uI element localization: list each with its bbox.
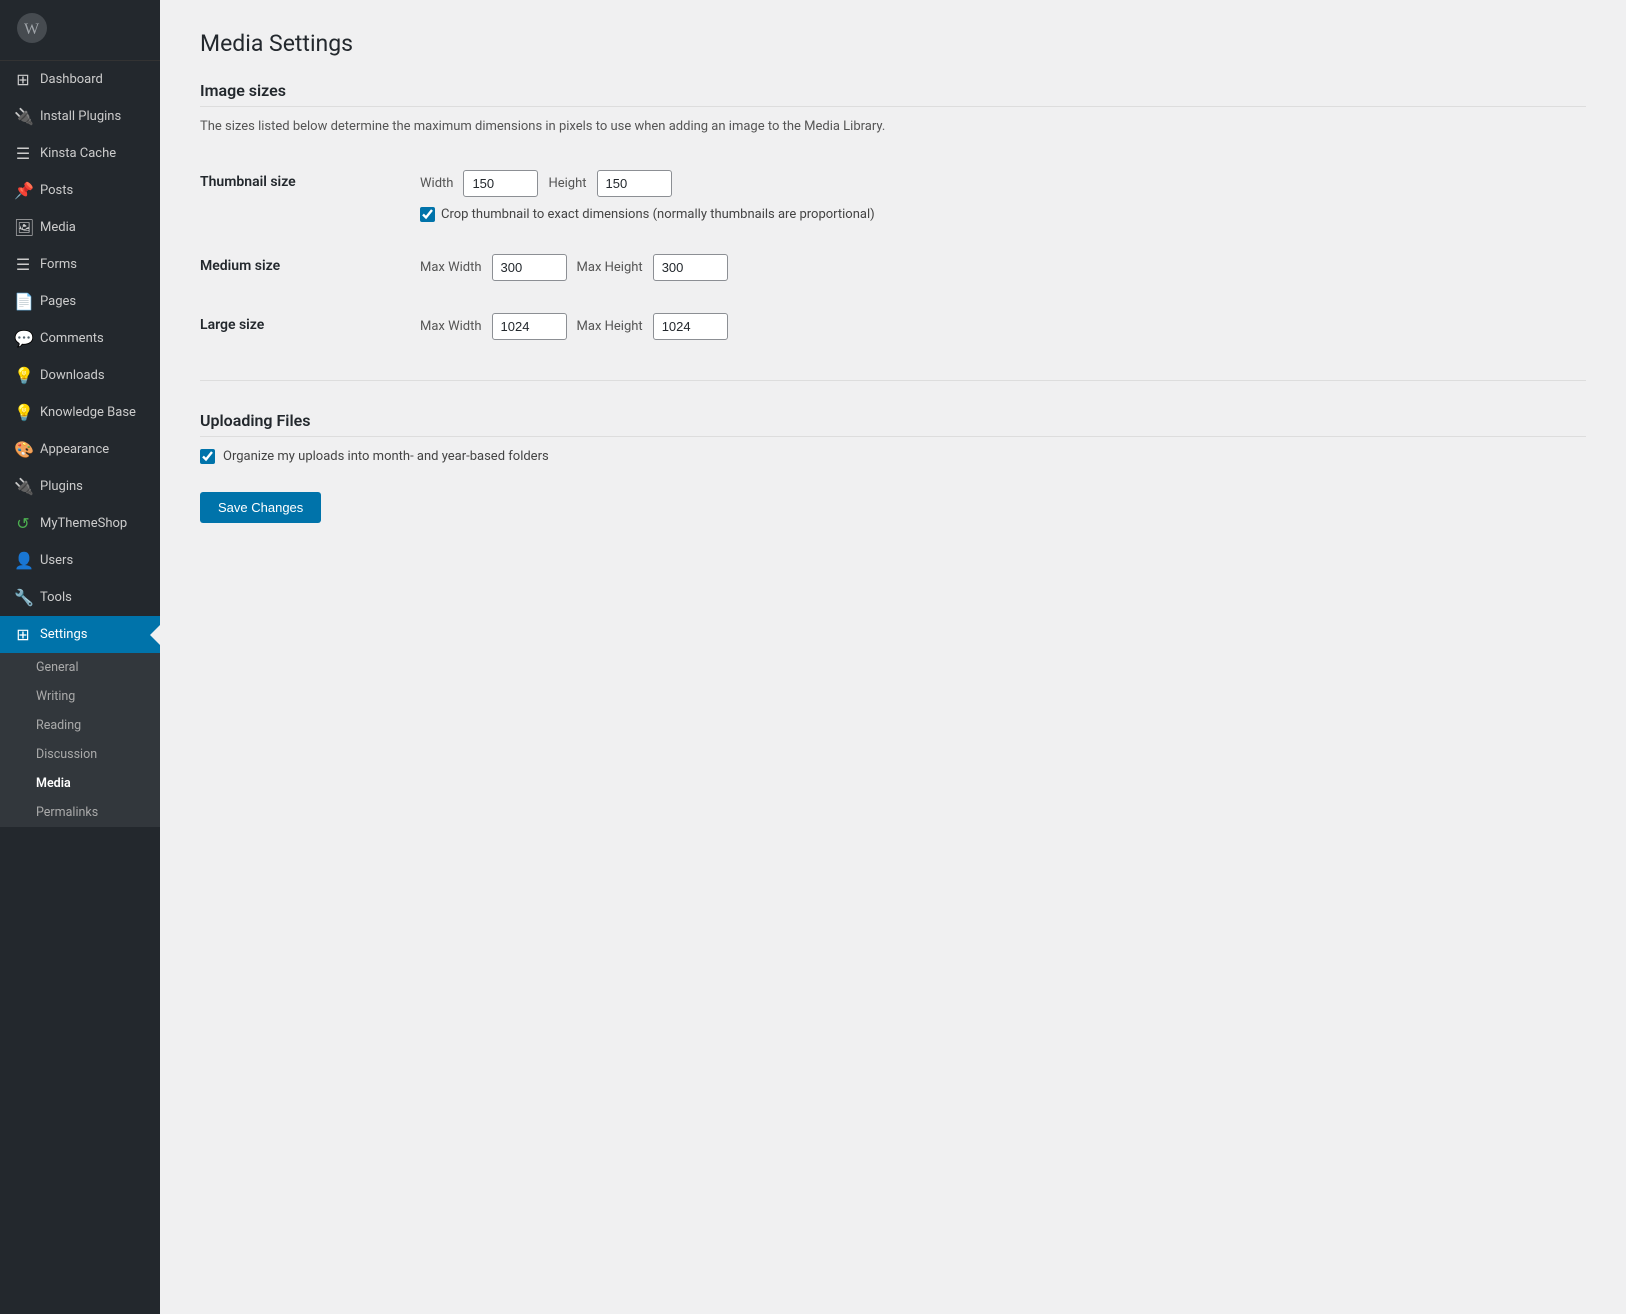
main-content: Media Settings Image sizes The sizes lis… [160, 0, 1626, 1314]
uploading-title: Uploading Files [200, 411, 1586, 437]
sidebar-item-media[interactable]: 🖼 Media [0, 209, 160, 246]
sidebar: W ⊞ Dashboard 🔌 Install Plugins ☰ Kinsta… [0, 0, 160, 1314]
forms-icon: ☰ [14, 255, 32, 274]
submenu-item-general[interactable]: General [0, 653, 160, 682]
settings-icon: ⊞ [14, 625, 32, 644]
submenu-item-discussion[interactable]: Discussion [0, 740, 160, 769]
submenu-item-reading[interactable]: Reading [0, 711, 160, 740]
thumbnail-height-label: Height [548, 176, 586, 191]
comments-icon: 💬 [14, 329, 32, 348]
settings-submenu: General Writing Reading Discussion Media… [0, 653, 160, 827]
thumbnail-label: Thumbnail size [200, 154, 420, 238]
submenu-item-permalinks[interactable]: Permalinks [0, 798, 160, 827]
knowledge-base-icon: 💡 [14, 403, 32, 422]
medium-max-height-input[interactable] [653, 254, 728, 281]
pages-icon: 📄 [14, 292, 32, 311]
sidebar-item-kinsta-cache[interactable]: ☰ Kinsta Cache [0, 135, 160, 172]
image-sizes-table: Thumbnail size Width Height Crop thumbna… [200, 154, 1586, 356]
sidebar-item-comments[interactable]: 💬 Comments [0, 320, 160, 357]
install-plugins-icon: 🔌 [14, 107, 32, 126]
downloads-icon: 💡 [14, 366, 32, 385]
organize-uploads-checkbox[interactable] [200, 449, 215, 464]
sidebar-item-pages[interactable]: 📄 Pages [0, 283, 160, 320]
thumbnail-width-label: Width [420, 176, 453, 191]
page-title: Media Settings [200, 30, 1586, 57]
sidebar-item-install-plugins[interactable]: 🔌 Install Plugins [0, 98, 160, 135]
image-sizes-section: Image sizes The sizes listed below deter… [200, 81, 1586, 356]
sidebar-item-mythemeshop[interactable]: ↺ MyThemeShop [0, 505, 160, 542]
medium-label: Medium size [200, 238, 420, 297]
large-label: Large size [200, 297, 420, 356]
section-divider [200, 380, 1586, 381]
large-inputs: Max Width Max Height [420, 313, 1586, 340]
dashboard-icon: ⊞ [14, 70, 32, 89]
save-changes-button[interactable]: Save Changes [200, 492, 321, 523]
users-icon: 👤 [14, 551, 32, 570]
medium-row: Medium size Max Width Max Height [200, 238, 1586, 297]
sidebar-item-tools[interactable]: 🔧 Tools [0, 579, 160, 616]
kinsta-cache-icon: ☰ [14, 144, 32, 163]
sidebar-item-dashboard[interactable]: ⊞ Dashboard [0, 61, 160, 98]
medium-max-width-input[interactable] [492, 254, 567, 281]
submenu-item-writing[interactable]: Writing [0, 682, 160, 711]
sidebar-item-posts[interactable]: 📌 Posts [0, 172, 160, 209]
large-max-height-label: Max Height [577, 319, 643, 334]
mythemeshop-icon: ↺ [14, 514, 32, 533]
posts-icon: 📌 [14, 181, 32, 200]
thumbnail-width-input[interactable] [463, 170, 538, 197]
image-sizes-title: Image sizes [200, 81, 1586, 107]
large-max-width-input[interactable] [492, 313, 567, 340]
svg-text:W: W [24, 21, 40, 38]
crop-checkbox-container: Crop thumbnail to exact dimensions (norm… [420, 207, 1586, 222]
submenu-item-media[interactable]: Media [0, 769, 160, 798]
sidebar-item-plugins[interactable]: 🔌 Plugins [0, 468, 160, 505]
medium-inputs: Max Width Max Height [420, 254, 1586, 281]
wp-logo: W [0, 0, 160, 61]
organize-uploads-label: Organize my uploads into month- and year… [223, 449, 549, 464]
large-max-width-label: Max Width [420, 319, 482, 334]
thumbnail-height-input[interactable] [597, 170, 672, 197]
crop-thumbnail-label: Crop thumbnail to exact dimensions (norm… [441, 207, 875, 222]
appearance-icon: 🎨 [14, 440, 32, 459]
sidebar-item-knowledge-base[interactable]: 💡 Knowledge Base [0, 394, 160, 431]
image-sizes-description: The sizes listed below determine the max… [200, 119, 1586, 134]
crop-thumbnail-checkbox[interactable] [420, 207, 435, 222]
sidebar-item-downloads[interactable]: 💡 Downloads [0, 357, 160, 394]
medium-max-height-label: Max Height [577, 260, 643, 275]
organize-uploads-container: Organize my uploads into month- and year… [200, 449, 1586, 464]
sidebar-item-forms[interactable]: ☰ Forms [0, 246, 160, 283]
thumbnail-row: Thumbnail size Width Height Crop thumbna… [200, 154, 1586, 238]
media-icon: 🖼 [14, 218, 32, 237]
large-row: Large size Max Width Max Height [200, 297, 1586, 356]
plugins-icon: 🔌 [14, 477, 32, 496]
sidebar-item-users[interactable]: 👤 Users [0, 542, 160, 579]
thumbnail-inputs: Width Height [420, 170, 1586, 197]
sidebar-item-appearance[interactable]: 🎨 Appearance [0, 431, 160, 468]
tools-icon: 🔧 [14, 588, 32, 607]
medium-max-width-label: Max Width [420, 260, 482, 275]
uploading-section: Uploading Files Organize my uploads into… [200, 411, 1586, 464]
large-max-height-input[interactable] [653, 313, 728, 340]
sidebar-item-settings[interactable]: ⊞ Settings [0, 616, 160, 653]
